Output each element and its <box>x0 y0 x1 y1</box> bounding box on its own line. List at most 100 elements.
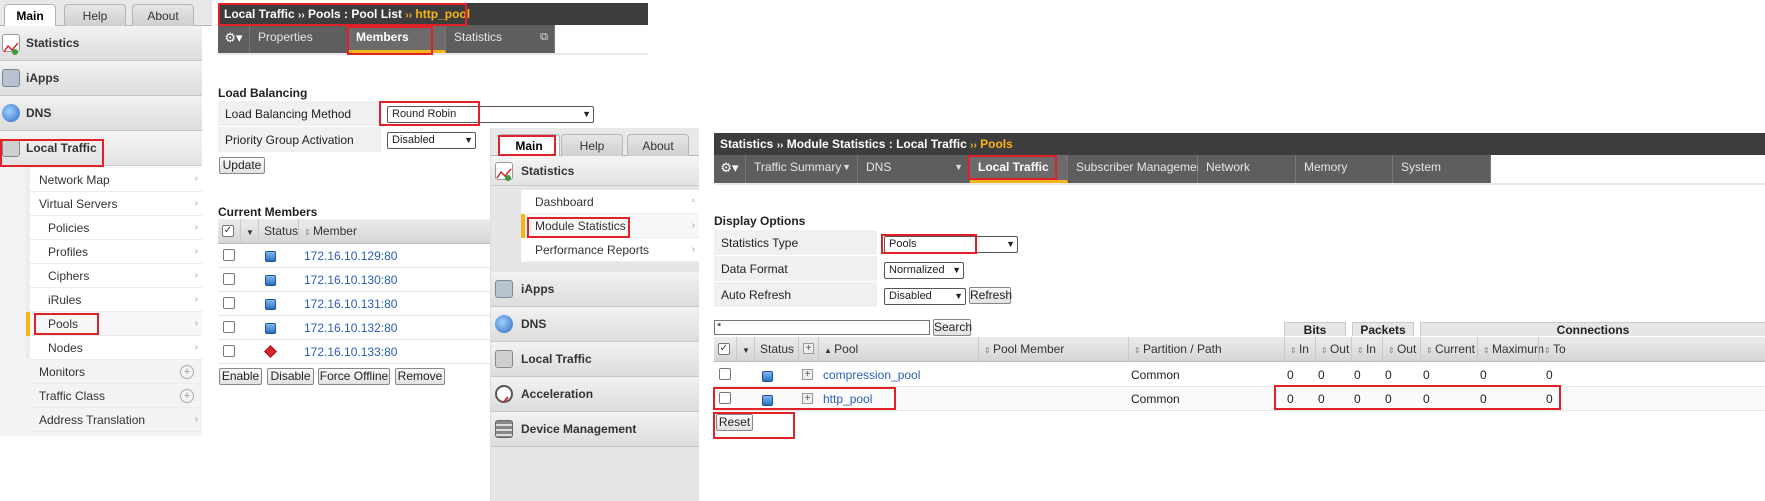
reset-button[interactable]: Reset <box>716 414 753 431</box>
pool-link[interactable]: compression_pool <box>823 363 920 387</box>
header-pool-member[interactable]: ⇕ Pool Member <box>978 337 1128 362</box>
remove-button[interactable]: Remove <box>395 368 445 385</box>
row-checkbox[interactable] <box>223 345 235 357</box>
refresh-button[interactable]: Refresh <box>969 287 1012 304</box>
row-checkbox[interactable] <box>223 273 235 285</box>
nav-iapps[interactable]: iApps <box>491 272 699 307</box>
row-checkbox[interactable] <box>719 392 731 404</box>
search-button[interactable]: Search <box>933 319 972 336</box>
data-format-select[interactable]: Normalized ▼ <box>884 262 964 279</box>
nav-policies[interactable]: Policies › <box>30 216 202 240</box>
nav-acceleration[interactable]: Acceleration <box>491 377 699 412</box>
tab-statistics[interactable]: Statistics ⧉ <box>446 25 555 53</box>
disable-button[interactable]: Disable <box>267 368 314 385</box>
tab-about[interactable]: About <box>627 134 689 156</box>
tab-help[interactable]: Help <box>561 134 623 156</box>
breadcrumb-module-statistics[interactable]: Module Statistics : Local Traffic <box>787 137 967 151</box>
nav-pools[interactable]: Pools › <box>30 312 202 336</box>
nav-irules[interactable]: iRules › <box>30 288 202 312</box>
add-icon[interactable]: + <box>180 365 194 379</box>
nav-dashboard[interactable]: Dashboard ▫ <box>525 190 699 214</box>
gear-menu[interactable]: ⚙▾ <box>714 155 746 183</box>
nav-traffic-class[interactable]: Traffic Class + <box>30 384 202 408</box>
header-status[interactable]: Status <box>258 219 298 244</box>
tab-properties[interactable]: Properties <box>250 25 348 53</box>
priority-group-select[interactable]: Disabled ▼ <box>387 132 476 149</box>
header-expand-all[interactable]: + <box>798 337 818 362</box>
member-link[interactable]: 172.16.10.132:80 <box>304 316 397 340</box>
gear-menu[interactable]: ⚙▾ <box>218 25 250 53</box>
header-status-menu[interactable]: ▼ <box>736 337 754 362</box>
pool-link[interactable]: http_pool <box>823 387 872 411</box>
member-link[interactable]: 172.16.10.133:80 <box>304 340 397 364</box>
header-status[interactable]: Status <box>754 337 798 362</box>
header-packets-in[interactable]: ⇕ In <box>1351 337 1382 362</box>
force-offline-button[interactable]: Force Offline <box>318 368 390 385</box>
member-link[interactable]: 172.16.10.130:80 <box>304 268 397 292</box>
tab-network-label: Network <box>1206 160 1251 174</box>
row-checkbox[interactable] <box>223 321 235 333</box>
nav-dns[interactable]: DNS <box>491 307 699 342</box>
tab-network[interactable]: Network <box>1198 155 1296 183</box>
header-maximum[interactable]: ⇕ Maximum <box>1477 337 1544 362</box>
auto-refresh-select[interactable]: Disabled ▼ <box>884 288 966 305</box>
tab-traffic-summary[interactable]: Traffic Summary ▼ <box>746 155 858 183</box>
nav-profiles[interactable]: Profiles › <box>30 240 202 264</box>
breadcrumb-statistics[interactable]: Statistics <box>720 137 773 151</box>
nav-statistics[interactable]: Statistics <box>0 26 202 61</box>
nav-local-traffic[interactable]: Local Traffic <box>0 131 202 166</box>
header-member[interactable]: ⇕ Member <box>298 219 490 244</box>
tab-local-traffic[interactable]: Local Traffic <box>970 155 1068 183</box>
header-select-all[interactable]: ✓ <box>218 219 240 244</box>
search-input[interactable]: * <box>714 320 930 335</box>
nav-nodes[interactable]: Nodes › <box>30 336 202 360</box>
nav-device-management[interactable]: Device Management <box>491 412 699 447</box>
tab-subscriber-management[interactable]: Subscriber Management <box>1068 155 1207 183</box>
checkbox-icon[interactable]: ✓ <box>718 343 730 355</box>
tab-members[interactable]: Members <box>348 25 446 53</box>
row-checkbox[interactable] <box>223 249 235 261</box>
nav-performance-reports[interactable]: Performance Reports › <box>525 238 699 262</box>
partition-value: Common <box>1131 392 1180 406</box>
header-pool[interactable]: ▲ Pool <box>818 337 978 362</box>
member-link[interactable]: 172.16.10.131:80 <box>304 292 397 316</box>
nav-address-translation[interactable]: Address Translation › <box>30 408 202 432</box>
header-packets-out[interactable]: ⇕ Out <box>1382 337 1420 362</box>
enable-button[interactable]: Enable <box>219 368 262 385</box>
checkbox-icon[interactable]: ✓ <box>222 225 234 237</box>
tab-help[interactable]: Help <box>64 4 126 26</box>
member-link[interactable]: 172.16.10.129:80 <box>304 244 397 268</box>
header-partition[interactable]: ⇕ Partition / Path <box>1128 337 1284 362</box>
update-button[interactable]: Update <box>219 157 265 174</box>
header-current[interactable]: ⇕ Current <box>1420 337 1477 362</box>
nav-iapps[interactable]: iApps <box>0 61 202 96</box>
header-bits-out[interactable]: ⇕ Out <box>1315 337 1351 362</box>
breadcrumb-local-traffic[interactable]: Local Traffic <box>224 7 295 21</box>
nav-network-map[interactable]: Network Map ▫ <box>30 168 202 192</box>
tab-about[interactable]: About <box>132 4 194 26</box>
stats-type-select[interactable]: Pools ▼ <box>884 236 1018 253</box>
tab-system[interactable]: System <box>1393 155 1491 183</box>
nav-monitors[interactable]: Monitors + <box>30 360 202 384</box>
nav-dns[interactable]: DNS <box>0 96 202 131</box>
nav-virtual-servers[interactable]: Virtual Servers › <box>30 192 202 216</box>
tab-main[interactable]: Main <box>498 134 560 156</box>
expand-row-icon[interactable]: + <box>802 369 813 380</box>
nav-ciphers[interactable]: Ciphers › <box>30 264 202 288</box>
header-bits-in[interactable]: ⇕ In <box>1284 337 1315 362</box>
tab-main[interactable]: Main <box>4 4 56 26</box>
header-status-menu[interactable]: ▼ <box>240 219 258 244</box>
nav-local-traffic[interactable]: Local Traffic <box>491 342 699 377</box>
tab-memory[interactable]: Memory <box>1296 155 1393 183</box>
header-select-all[interactable]: ✓ <box>714 337 736 362</box>
nav-statistics[interactable]: Statistics <box>491 156 699 186</box>
row-checkbox[interactable] <box>223 297 235 309</box>
expand-row-icon[interactable]: + <box>802 393 813 404</box>
nav-module-statistics[interactable]: Module Statistics › <box>525 214 699 238</box>
breadcrumb-pool-list[interactable]: Pools : Pool List <box>308 7 402 21</box>
row-checkbox[interactable] <box>719 368 731 380</box>
tab-dns[interactable]: DNS ▼ <box>858 155 970 183</box>
lb-method-select[interactable]: Round Robin ▼ <box>387 106 594 123</box>
header-total[interactable]: ⇕ To <box>1538 337 1568 362</box>
add-icon[interactable]: + <box>180 389 194 403</box>
